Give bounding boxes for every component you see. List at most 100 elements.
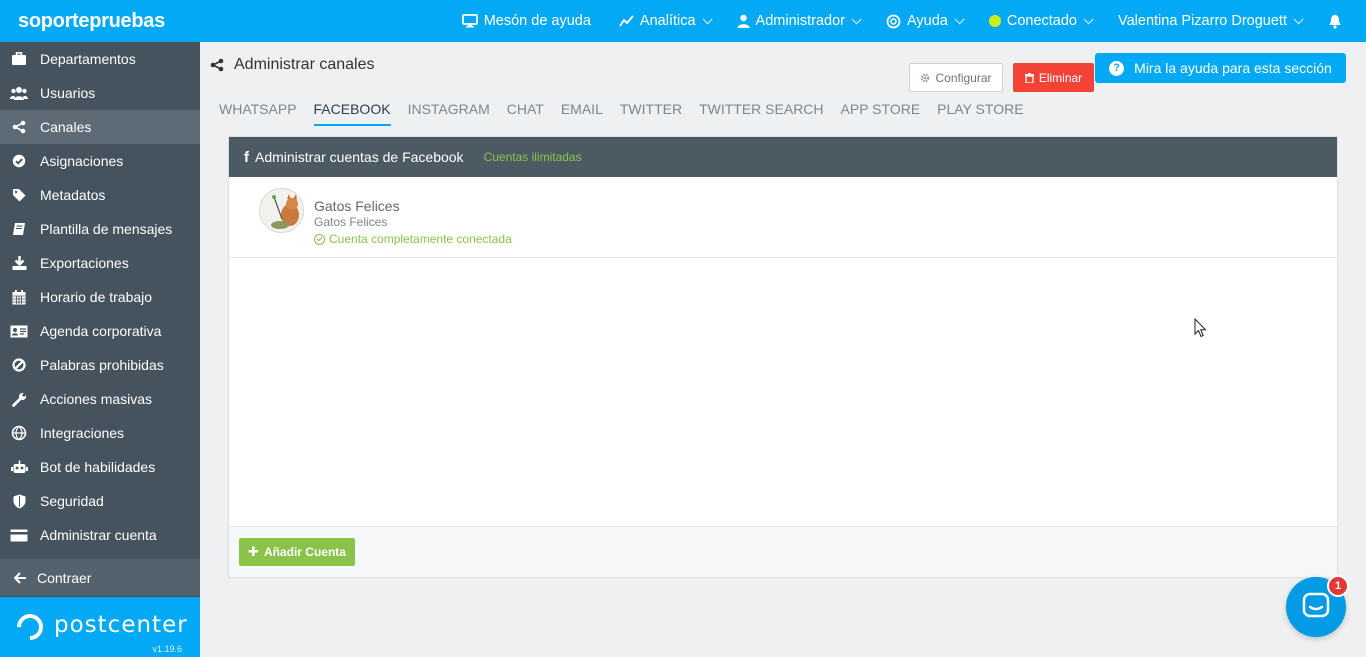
book-icon — [10, 220, 28, 238]
sidebar-item-label: Seguridad — [40, 493, 104, 509]
sidebar-item-label: Administrar cuenta — [40, 527, 157, 543]
facebook-accounts-panel: f Administrar cuentas de Facebook Cuenta… — [228, 136, 1338, 578]
share-icon — [210, 58, 224, 72]
sidebar-item-seguridad[interactable]: Seguridad — [0, 484, 200, 518]
sidebar-item-bot-de-habilidades[interactable]: Bot de habilidades — [0, 450, 200, 484]
nav-analytics[interactable]: Analítica — [619, 13, 713, 29]
configure-button[interactable]: Configurar — [909, 63, 1003, 92]
nav-helpdesk[interactable]: Mesón de ayuda — [461, 13, 591, 29]
sidebar-item-label: Exportaciones — [40, 255, 129, 271]
page-title-text: Administrar canales — [234, 56, 375, 73]
nav-admin[interactable]: Administrador — [737, 13, 862, 29]
page-title: Administrar canales — [210, 56, 375, 74]
nav-status[interactable]: Conectado — [988, 13, 1094, 29]
nav-user-label: Valentina Pizarro Droguett — [1118, 13, 1287, 29]
sidebar-item-label: Integraciones — [40, 425, 125, 441]
section-help-button[interactable]: ? Mira la ayuda para esta sección — [1095, 53, 1346, 83]
nav-user[interactable]: Valentina Pizarro Droguett — [1118, 13, 1304, 29]
sidebar-item-acciones-masivas[interactable]: Acciones masivas — [0, 382, 200, 416]
collapse-label: Contraer — [37, 569, 92, 586]
nav-analytics-label: Analítica — [639, 13, 696, 29]
nav-helpdesk-label: Mesón de ayuda — [483, 13, 591, 29]
status-online-icon — [988, 15, 1001, 27]
sidebar-item-label: Usuarios — [40, 85, 96, 101]
panel-footer: ✚ Añadir Cuenta — [229, 526, 1337, 577]
address-card-icon — [10, 322, 28, 340]
account-name: Gatos Felices — [314, 198, 400, 214]
ban-icon — [10, 356, 28, 374]
sidebar-item-label: Plantilla de mensajes — [40, 221, 173, 237]
sidebar-item-palabras-prohibidas[interactable]: Palabras prohibidas — [0, 348, 200, 382]
top-bar: soportepruebas Mesón de ayuda Analítica … — [0, 0, 1366, 42]
sidebar-item-label: Palabras prohibidas — [40, 357, 164, 373]
delete-button[interactable]: Eliminar — [1013, 63, 1094, 92]
tab-email[interactable]: EMAIL — [561, 101, 603, 126]
nav-status-label: Conectado — [1006, 13, 1077, 29]
configure-label: Configurar — [935, 70, 992, 85]
tab-facebook[interactable]: FACEBOOK — [313, 101, 391, 126]
sidebar-item-label: Bot de habilidades — [40, 459, 156, 475]
question-circle-icon: ? — [1109, 60, 1125, 76]
account-row: Gatos Felices Gatos Felices Cuenta compl… — [229, 177, 1337, 258]
sidebar-item-usuarios[interactable]: Usuarios — [0, 76, 200, 110]
panel-title: Administrar cuentas de Facebook — [255, 149, 464, 165]
nav-help-label: Ayuda — [907, 13, 948, 29]
logo-text: postcenter — [54, 612, 188, 638]
sidebar-item-asignaciones[interactable]: Asignaciones — [0, 144, 200, 178]
account-status: Cuenta completamente conectada — [314, 232, 512, 246]
sidebar-item-exportaciones[interactable]: Exportaciones — [0, 246, 200, 280]
nav-admin-label: Administrador — [755, 13, 845, 29]
sidebar-item-plantilla-de-mensajes[interactable]: Plantilla de mensajes — [0, 212, 200, 246]
shield-icon — [10, 492, 28, 510]
users-icon — [10, 84, 28, 102]
wrench-icon — [10, 390, 28, 408]
chat-unread-badge: 1 — [1327, 575, 1349, 597]
add-account-label: Añadir Cuenta — [263, 545, 346, 559]
chevron-down-icon — [954, 13, 965, 24]
delete-label: Eliminar — [1038, 70, 1083, 85]
sidebar-item-canales[interactable]: Canales — [0, 110, 200, 144]
nav-help[interactable]: Ayuda — [886, 13, 965, 29]
tab-play-store[interactable]: PLAY STORE — [937, 101, 1023, 126]
account-status-label: Cuenta completamente conectada — [329, 232, 512, 246]
tab-app-store[interactable]: APP STORE — [841, 101, 921, 126]
bell-icon — [1328, 14, 1342, 29]
tab-chat[interactable]: CHAT — [507, 101, 544, 126]
mouse-cursor-icon — [1194, 317, 1207, 341]
briefcase-icon — [10, 50, 28, 68]
notifications-bell[interactable] — [1328, 14, 1348, 29]
calendar-icon — [10, 288, 28, 306]
sidebar-item-label: Agenda corporativa — [40, 323, 162, 339]
sidebar-item-label: Acciones masivas — [40, 391, 153, 407]
tab-whatsapp[interactable]: WHATSAPP — [219, 101, 297, 126]
sidebar-menu: Departamentos Usuarios Canales Asignaciones… — [0, 42, 200, 552]
sidebar-item-agenda-corporativa[interactable]: Agenda corporativa — [0, 314, 200, 348]
user-icon — [737, 14, 750, 28]
sidebar-collapse-button[interactable]: Contraer — [0, 559, 200, 596]
panel-header: f Administrar cuentas de Facebook Cuenta… — [229, 137, 1337, 177]
sidebar-item-metadatos[interactable]: Metadatos — [0, 178, 200, 212]
sidebar-item-label: Departamentos — [40, 51, 136, 67]
sidebar-item-administrar-cuenta[interactable]: Administrar cuenta — [0, 518, 200, 552]
sidebar-item-integraciones[interactable]: Integraciones — [0, 416, 200, 450]
chevron-down-icon — [851, 13, 862, 24]
tab-instagram[interactable]: INSTAGRAM — [408, 101, 490, 126]
check-circle-icon — [10, 152, 28, 170]
sidebar-item-label: Asignaciones — [40, 153, 124, 169]
tab-twitter[interactable]: TWITTER — [620, 101, 682, 126]
tab-twitter-search[interactable]: TWITTER SEARCH — [699, 101, 823, 126]
brand-name[interactable]: soportepruebas — [0, 10, 200, 33]
plus-icon: ✚ — [248, 544, 259, 559]
add-account-button[interactable]: ✚ Añadir Cuenta — [239, 538, 355, 566]
sidebar: Departamentos Usuarios Canales Asignaciones… — [0, 42, 200, 657]
robot-icon — [10, 458, 28, 476]
sidebar-item-departamentos[interactable]: Departamentos — [0, 42, 200, 76]
share-icon — [10, 118, 28, 136]
sidebar-item-horario-de-trabajo[interactable]: Horario de trabajo — [0, 280, 200, 314]
download-icon — [10, 254, 28, 272]
life-ring-icon — [886, 14, 901, 29]
sidebar-item-label: Horario de trabajo — [40, 289, 153, 305]
check-circle-icon — [314, 233, 325, 245]
help-button-label: Mira la ayuda para esta sección — [1134, 60, 1332, 76]
chart-line-icon — [619, 15, 634, 27]
